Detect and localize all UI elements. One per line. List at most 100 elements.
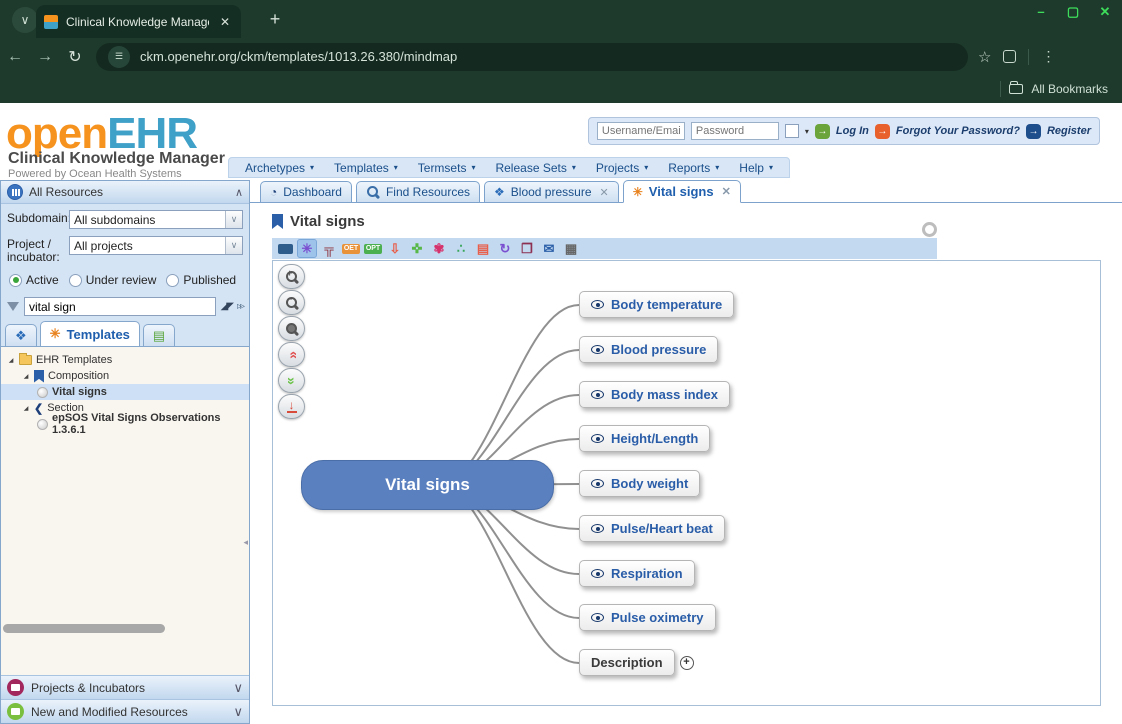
- expand-all-button[interactable]: »: [278, 368, 305, 393]
- radio-active[interactable]: [9, 274, 22, 287]
- radio-under-review[interactable]: [69, 274, 82, 287]
- new-tab-button[interactable]: +: [262, 6, 288, 32]
- content-tab-dashboard[interactable]: ◔Dashboard: [260, 181, 352, 202]
- settings-gear-icon[interactable]: [922, 222, 937, 237]
- new-modified-resources-section[interactable]: New and Modified Resources ∨: [1, 699, 249, 723]
- forgot-password-link[interactable]: Forgot Your Password?: [896, 125, 1020, 137]
- mindmap-node[interactable]: Body weight: [579, 470, 700, 497]
- reload-button[interactable]: ↻: [60, 47, 90, 67]
- chevron-down-icon[interactable]: ▾: [805, 127, 809, 136]
- certify-ribbon-icon[interactable]: ✾: [430, 240, 448, 257]
- all-bookmarks-button[interactable]: All Bookmarks: [1031, 82, 1108, 96]
- mindmap-child-blood-pressure[interactable]: Blood pressure: [579, 336, 718, 363]
- opt-export-badge[interactable]: OPT: [364, 240, 382, 257]
- tab-close-icon[interactable]: ✕: [217, 15, 233, 29]
- mindmap-node[interactable]: Respiration: [579, 560, 695, 587]
- mindmap-node[interactable]: Height/Length: [579, 425, 710, 452]
- tab-close-icon[interactable]: ✕: [600, 186, 609, 199]
- content-tab-find-resources[interactable]: Find Resources: [356, 181, 480, 202]
- export-image-button[interactable]: ↓: [278, 394, 305, 419]
- mindmap-child-body-mass-index[interactable]: Body mass index: [579, 381, 730, 408]
- mindmap-child-pulse-heart-beat[interactable]: Pulse/Heart beat: [579, 515, 725, 542]
- projects-incubators-section[interactable]: Projects & Incubators ∨: [1, 675, 249, 699]
- step-filter-icon[interactable]: ▹▹: [237, 301, 243, 312]
- close-button[interactable]: ✕: [1096, 4, 1114, 20]
- back-button[interactable]: ←: [0, 48, 30, 66]
- zoom-out-button[interactable]: −: [278, 290, 305, 315]
- bookmark-star-icon[interactable]: ☆: [978, 48, 991, 66]
- tab-close-icon[interactable]: ✕: [722, 185, 731, 198]
- tree-item-vital-signs[interactable]: Vital signs: [1, 384, 249, 400]
- content-tab-vital-signs[interactable]: ✳Vital signs✕: [623, 180, 741, 203]
- menu-item-termsets[interactable]: Termsets▾: [408, 161, 486, 175]
- subdomain-select[interactable]: All subdomains ∨: [69, 210, 243, 229]
- collapse-all-button[interactable]: »: [278, 342, 305, 367]
- sidebar-tab-termsets[interactable]: ▤: [143, 324, 175, 346]
- mindmap-node[interactable]: Blood pressure: [579, 336, 718, 363]
- mail-icon[interactable]: ✉: [540, 240, 558, 257]
- tab-search-button[interactable]: ∨: [12, 7, 38, 33]
- tree-expander-icon[interactable]: ◢: [22, 373, 30, 380]
- sidebar-tab-templates[interactable]: ✳Templates: [40, 321, 140, 346]
- filter-input[interactable]: [24, 297, 216, 316]
- password-field[interactable]: [691, 122, 779, 140]
- mindmap-node[interactable]: Body mass index: [579, 381, 730, 408]
- archive-icon[interactable]: ❐: [518, 240, 536, 257]
- collapse-sidebar-icon[interactable]: ◂: [243, 537, 248, 548]
- download-icon[interactable]: ⇩: [386, 240, 404, 257]
- mindmap-view-icon[interactable]: ✳: [298, 240, 316, 257]
- username-field[interactable]: [597, 122, 685, 140]
- collapse-panel-icon[interactable]: ∧: [235, 186, 243, 199]
- share-icon[interactable]: ∴: [452, 240, 470, 257]
- tree-item-ehr-templates[interactable]: ◢EHR Templates: [1, 352, 249, 368]
- register-arrow-icon[interactable]: →: [1026, 124, 1041, 139]
- content-tab-blood-pressure[interactable]: ❖Blood pressure✕: [484, 181, 619, 202]
- print-icon[interactable]: ▦: [562, 240, 580, 257]
- menu-item-help[interactable]: Help▾: [729, 161, 783, 175]
- toolbox-icon[interactable]: ▤: [474, 240, 492, 257]
- address-bar[interactable]: ☰ ckm.openehr.org/ckm/templates/1013.26.…: [96, 43, 968, 71]
- mindmap-child-pulse-oximetry[interactable]: Pulse oximetry: [579, 604, 716, 631]
- radio-published[interactable]: [166, 274, 179, 287]
- tree-view-icon[interactable]: ╦: [320, 240, 338, 257]
- oet-export-badge[interactable]: OET: [342, 240, 360, 257]
- mindmap-root-node[interactable]: Vital signs: [301, 460, 554, 510]
- mindmap-child-description[interactable]: Description +: [579, 649, 694, 676]
- log-in-arrow-icon[interactable]: →: [815, 124, 830, 139]
- mindmap-child-body-temperature[interactable]: Body temperature: [579, 291, 734, 318]
- all-resources-header[interactable]: All Resources ∧: [1, 181, 249, 204]
- forward-button[interactable]: →: [30, 48, 60, 66]
- horizontal-scrollbar[interactable]: [3, 624, 165, 633]
- project-select[interactable]: All projects ∨: [69, 236, 243, 255]
- mindmap-node[interactable]: Pulse/Heart beat: [579, 515, 725, 542]
- menu-item-projects[interactable]: Projects▾: [586, 161, 658, 175]
- zoom-reset-button[interactable]: [278, 316, 305, 341]
- apply-filter-icon[interactable]: ◢◤: [221, 301, 232, 312]
- tree-expander-icon[interactable]: ◢: [22, 405, 30, 412]
- mindmap-canvas[interactable]: +−»»↓ Vital signsBody temperatureBlood p…: [272, 260, 1101, 706]
- menu-item-templates[interactable]: Templates▾: [324, 161, 408, 175]
- shrink-icon[interactable]: ✜: [408, 240, 426, 257]
- tree-item-epsos-vital-signs-observations-1-3-6-1[interactable]: epSOS Vital Signs Observations 1.3.6.1: [1, 416, 249, 432]
- mindmap-child-respiration[interactable]: Respiration: [579, 560, 695, 587]
- expand-plus-icon[interactable]: +: [680, 656, 694, 670]
- mindmap-node[interactable]: Body temperature: [579, 291, 734, 318]
- sidebar-tab-archetypes[interactable]: ❖: [5, 324, 37, 346]
- forgot-password-arrow-icon[interactable]: →: [875, 124, 890, 139]
- menu-item-archetypes[interactable]: Archetypes▾: [235, 161, 324, 175]
- tree-item-composition[interactable]: ◢Composition: [1, 368, 249, 384]
- extensions-icon[interactable]: [1003, 50, 1016, 63]
- mindmap-child-height-length[interactable]: Height/Length: [579, 425, 710, 452]
- tree-expander-icon[interactable]: ◢: [7, 357, 15, 364]
- browser-menu-icon[interactable]: ⋮: [1041, 48, 1055, 65]
- flat-view-icon[interactable]: [276, 240, 294, 257]
- mindmap-node[interactable]: Description: [579, 649, 675, 676]
- browser-tab[interactable]: Clinical Knowledge Manager ✕: [36, 5, 241, 38]
- zoom-in-button[interactable]: +: [278, 264, 305, 289]
- menu-item-release-sets[interactable]: Release Sets▾: [485, 161, 585, 175]
- register-link[interactable]: Register: [1047, 125, 1091, 137]
- maximize-button[interactable]: ▢: [1064, 4, 1082, 20]
- log-in-link[interactable]: Log In: [836, 125, 869, 137]
- minimize-button[interactable]: –: [1032, 4, 1050, 20]
- site-settings-icon[interactable]: ☰: [108, 46, 130, 68]
